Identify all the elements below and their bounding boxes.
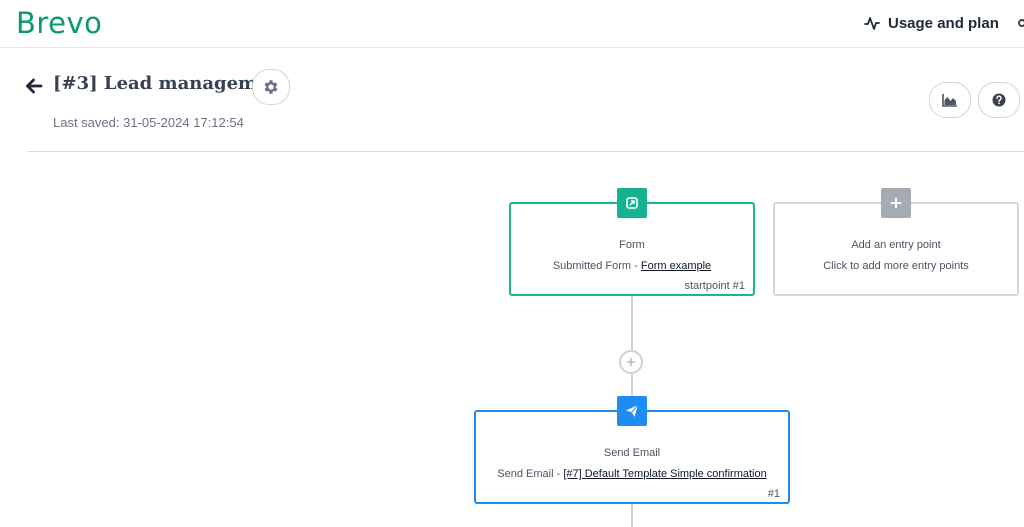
form-node-subtitle: Submitted Form - Form example [511, 260, 753, 272]
gear-icon [264, 80, 278, 94]
activity-icon [864, 17, 880, 30]
connector-line [631, 374, 633, 398]
help-button[interactable] [978, 82, 1020, 118]
top-bar: Brevo Usage and plan [0, 0, 1024, 48]
plus-icon [626, 357, 636, 367]
profile-icon[interactable] [1018, 19, 1024, 27]
form-example-link[interactable]: Form example [641, 260, 711, 272]
email-node-subtitle-prefix: Send Email - [497, 468, 564, 480]
entry-node-subtitle: Click to add more entry points [823, 260, 969, 272]
settings-button[interactable] [252, 69, 290, 105]
header-divider [27, 151, 1024, 152]
area-chart-icon [942, 94, 957, 107]
form-node-title: Form [619, 239, 645, 251]
arrow-left-icon [26, 78, 43, 94]
email-template-link[interactable]: [#7] Default Template Simple confirmatio… [563, 468, 766, 480]
startpoint-label: startpoint #1 [684, 280, 745, 292]
question-icon [992, 93, 1006, 107]
connector-line [631, 296, 633, 350]
paper-plane-icon [626, 404, 639, 417]
last-saved-timestamp: Last saved: 31-05-2024 17:12:54 [53, 115, 244, 130]
form-icon [626, 197, 638, 209]
step-number-label: #1 [767, 488, 780, 500]
form-node-badge [617, 188, 647, 218]
plus-icon [890, 197, 902, 209]
brevo-logo[interactable]: Brevo [16, 6, 102, 40]
entry-node-badge[interactable] [881, 188, 911, 218]
statistics-button[interactable] [929, 82, 971, 118]
back-button[interactable] [24, 76, 44, 96]
form-node-subtitle-prefix: Submitted Form - [552, 260, 641, 272]
connector-line [631, 504, 633, 527]
add-step-button[interactable] [619, 350, 643, 374]
usage-and-plan-label: Usage and plan [888, 14, 999, 32]
email-node-subtitle: Send Email - [#7] Default Template Simpl… [476, 468, 788, 480]
email-node-badge [617, 396, 647, 426]
email-node-title: Send Email [603, 447, 661, 459]
entry-node-title: Add an entry point [851, 239, 941, 251]
usage-and-plan-button[interactable]: Usage and plan [864, 13, 999, 33]
